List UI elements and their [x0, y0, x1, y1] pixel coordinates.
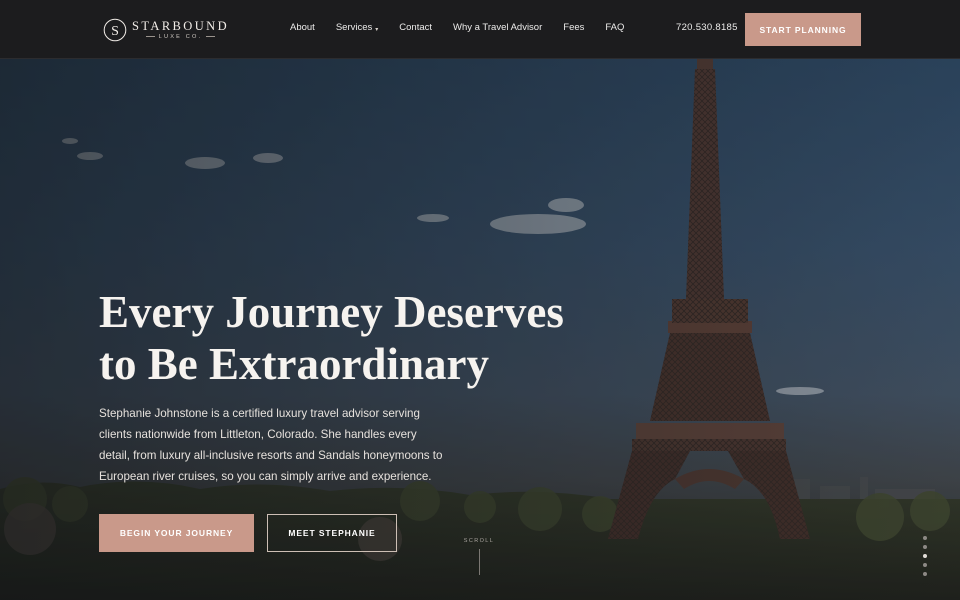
- slider-dot-icon[interactable]: [923, 545, 927, 549]
- nav-item-contact[interactable]: Contact: [399, 22, 432, 33]
- brand-logo[interactable]: S STARBOUND LUXE CO.: [103, 17, 229, 43]
- hero-title: Every Journey Deserves to Be Extraordina…: [99, 286, 579, 390]
- scroll-indicator[interactable]: SCROLL: [455, 538, 503, 575]
- brand-wordmark: STARBOUND LUXE CO.: [132, 18, 229, 41]
- slider-dot-icon[interactable]: [923, 536, 927, 540]
- scroll-line-icon: [478, 549, 480, 575]
- scroll-label: SCROLL: [463, 538, 495, 544]
- nav-item-label: Why a Travel Advisor: [453, 22, 543, 33]
- nav-item-label: Contact: [399, 22, 433, 33]
- phone-link[interactable]: 720.530.8185: [676, 22, 738, 33]
- nav-item-faq[interactable]: FAQ: [605, 22, 624, 33]
- nav-item-why-travel-advisor[interactable]: Why a Travel Advisor: [453, 22, 542, 33]
- brand-subtitle: LUXE CO.: [146, 33, 216, 41]
- monogram-logo-icon: S: [103, 18, 127, 42]
- slider-dot-icon[interactable]: [923, 554, 927, 558]
- nav-item-label: About: [290, 22, 315, 33]
- site-header: S STARBOUND LUXE CO. About Services ▾ Con…: [0, 0, 960, 59]
- hero-title-line-2: to Be Extraordinary: [99, 339, 489, 389]
- start-planning-button[interactable]: START PLANNING: [745, 13, 861, 46]
- hero-title-line-1: Every Journey Deserves: [99, 287, 564, 337]
- nav-item-label: Fees: [563, 22, 585, 33]
- hero-section: Every Journey Deserves to Be Extraordina…: [0, 59, 960, 600]
- nav-item-fees[interactable]: Fees: [563, 22, 584, 33]
- begin-your-journey-button[interactable]: BEGIN YOUR JOURNEY: [99, 514, 254, 552]
- slider-dot-icon[interactable]: [923, 563, 927, 567]
- brand-name: STARBOUND: [132, 18, 229, 33]
- svg-text:S: S: [111, 24, 119, 39]
- nav-item-services[interactable]: Services ▾: [336, 22, 378, 33]
- nav-item-label: FAQ: [605, 22, 625, 33]
- slider-dot-icon[interactable]: [923, 572, 927, 576]
- nav-item-about[interactable]: About: [290, 22, 315, 33]
- chevron-down-icon: ▾: [375, 27, 379, 33]
- slider-pagination: [923, 536, 927, 576]
- hero-description: Stephanie Johnstone is a certified luxur…: [99, 407, 443, 483]
- meet-stephanie-button[interactable]: MEET STEPHANIE: [267, 514, 397, 552]
- main-nav: About Services ▾ Contact Why a Travel Adv…: [290, 22, 624, 33]
- nav-item-label: Services: [335, 22, 373, 33]
